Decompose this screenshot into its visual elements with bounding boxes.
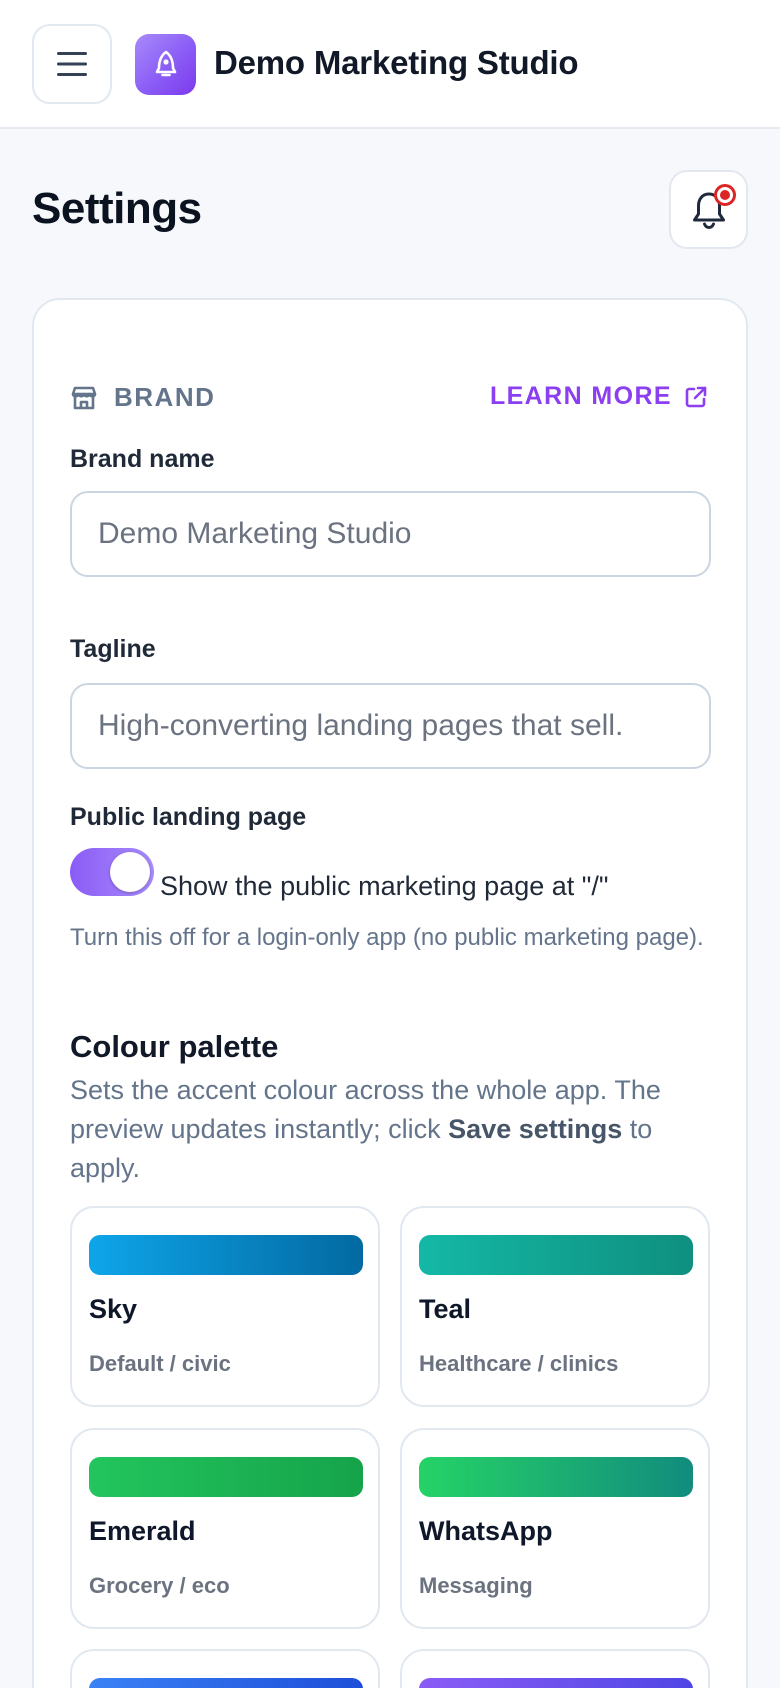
top-bar: Demo Marketing Studio: [0, 0, 780, 129]
palette-swatch-bar: [89, 1457, 363, 1497]
colour-palette-title: Colour palette: [70, 1029, 279, 1064]
palette-option-blue[interactable]: [70, 1649, 380, 1688]
brand-section-label: BRAND: [114, 382, 216, 412]
palette-option-name: Teal: [419, 1294, 472, 1324]
palette-option-subtitle: Default / civic: [89, 1351, 231, 1376]
palette-option-whatsapp[interactable]: WhatsApp Messaging: [400, 1428, 710, 1629]
rocket-bell-icon: [155, 50, 176, 76]
palette-swatch-bar: [419, 1457, 693, 1497]
palette-swatch-bar: [419, 1235, 693, 1275]
palette-option-name: Emerald: [89, 1516, 196, 1546]
notifications-button[interactable]: [669, 170, 748, 249]
palette-option-sky[interactable]: Sky Default / civic: [70, 1206, 380, 1407]
public-landing-page-helper: Turn this off for a login-only app (no p…: [70, 924, 704, 951]
brand-name-label: Brand name: [70, 445, 215, 473]
brand-name-input[interactable]: [70, 491, 711, 577]
palette-swatch-bar: [89, 1678, 363, 1688]
palette-swatch-bar: [419, 1678, 693, 1688]
palette-option-subtitle: Healthcare / clinics: [419, 1351, 619, 1376]
notification-badge: [714, 184, 736, 206]
hamburger-menu-icon: [57, 52, 87, 76]
palette-option-name: Sky: [89, 1294, 138, 1324]
palette-option-teal[interactable]: Teal Healthcare / clinics: [400, 1206, 710, 1407]
storefront-icon: [71, 386, 97, 409]
colour-palette-description: Sets the accent colour across the whole …: [70, 1071, 720, 1188]
palette-option-subtitle: Grocery / eco: [89, 1573, 230, 1598]
save-settings-reference: Save settings: [448, 1114, 623, 1144]
public-landing-page-label: Public landing page: [70, 803, 307, 831]
tagline-input[interactable]: [70, 683, 711, 769]
app-logo[interactable]: [135, 34, 196, 95]
learn-more-link[interactable]: LEARN MORE: [490, 382, 708, 411]
palette-swatch-bar: [89, 1235, 363, 1275]
palette-option-emerald[interactable]: Emerald Grocery / eco: [70, 1428, 380, 1629]
menu-button[interactable]: [32, 24, 112, 104]
palette-option-name: WhatsApp: [419, 1516, 553, 1546]
app-title: Demo Marketing Studio: [214, 44, 579, 81]
brand-section-header: BRAND: [70, 382, 215, 413]
palette-option-subtitle: Messaging: [419, 1573, 533, 1598]
toggle-knob: [110, 852, 150, 892]
public-landing-page-toggle-text: Show the public marketing page at "/": [160, 871, 609, 901]
public-landing-page-toggle[interactable]: [70, 848, 154, 896]
palette-option-indigo[interactable]: [400, 1649, 710, 1688]
learn-more-label: LEARN MORE: [489, 382, 672, 410]
page-title: Settings: [32, 184, 202, 233]
external-link-icon: [685, 386, 707, 407]
tagline-label: Tagline: [70, 635, 156, 663]
